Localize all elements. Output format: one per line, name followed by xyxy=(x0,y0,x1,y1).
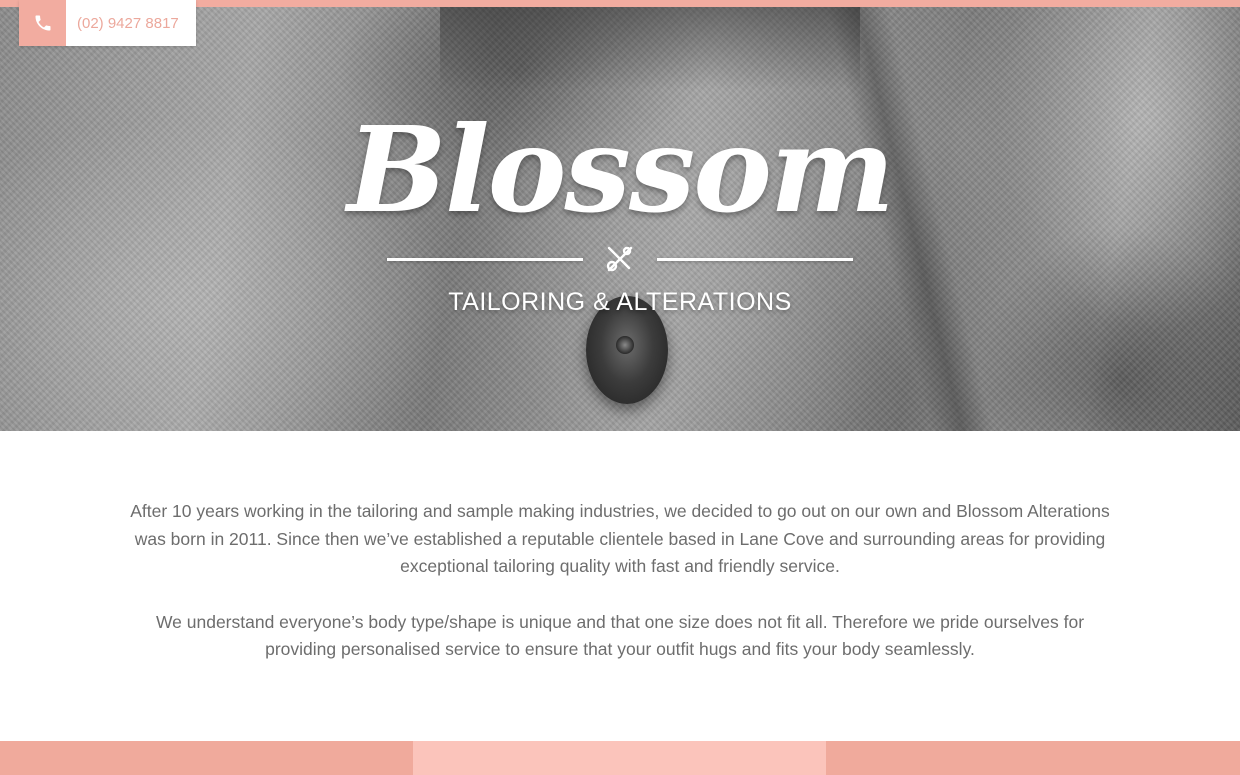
feature-panel-2[interactable] xyxy=(413,741,826,775)
brand-block: Blossom TAILORING & ALTERATIONS xyxy=(0,100,1240,317)
phone-contact[interactable]: (02) 9427 8817 xyxy=(19,0,196,46)
hero-banner: Blossom TAILORING & ALTERATIONS xyxy=(0,0,1240,431)
feature-panel-3[interactable] xyxy=(826,741,1240,775)
intro-section: After 10 years working in the tailoring … xyxy=(120,498,1120,692)
phone-icon[interactable] xyxy=(19,0,66,46)
phone-number[interactable]: (02) 9427 8817 xyxy=(66,0,196,46)
feature-panel-1[interactable] xyxy=(0,741,413,775)
brand-logo: Blossom xyxy=(347,100,895,239)
divider-line-left xyxy=(387,258,583,261)
feature-panels xyxy=(0,741,1240,775)
intro-paragraph: After 10 years working in the tailoring … xyxy=(130,501,1110,576)
needle-and-scissors-icon xyxy=(606,246,633,272)
hero-shadow xyxy=(440,0,860,90)
brand-tagline: TAILORING & ALTERATIONS xyxy=(448,288,792,316)
divider-line-right xyxy=(657,258,853,261)
intro-paragraph: We understand everyone’s body type/shape… xyxy=(155,611,1085,660)
brand-divider xyxy=(387,242,853,276)
